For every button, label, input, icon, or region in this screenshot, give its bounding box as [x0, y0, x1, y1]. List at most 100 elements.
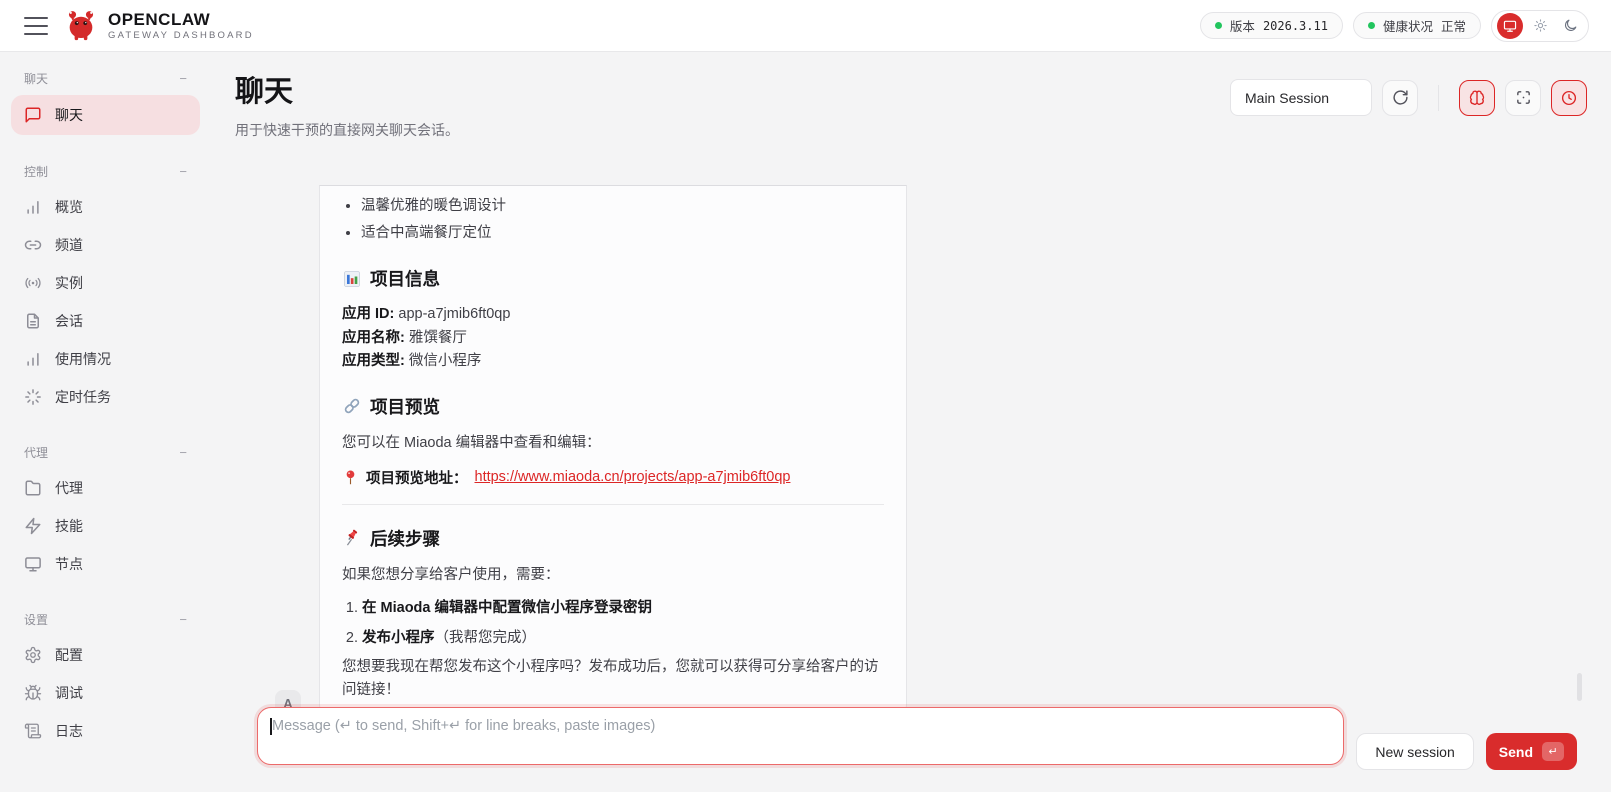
sidebar-item-channels[interactable]: 频道 — [11, 226, 200, 264]
sidebar-section-settings: 设置 − 配置 调试 日志 — [11, 607, 200, 750]
health-badge: 健康状况 正常 — [1352, 12, 1481, 39]
openclaw-logo — [64, 8, 98, 44]
theme-light-button[interactable] — [1527, 13, 1553, 39]
message-input[interactable] — [257, 707, 1345, 765]
version-label: 版本 — [1229, 20, 1255, 34]
main-content: 聊天 用于快速干预的直接网关聊天会话。 Main Session A • 温馨优… — [211, 52, 1611, 792]
sidebar-item-instances[interactable]: 实例 — [11, 264, 200, 302]
focus-button[interactable] — [1505, 79, 1541, 116]
sidebar-item-config[interactable]: 配置 — [11, 636, 200, 674]
scrollbar-thumb[interactable] — [1577, 673, 1582, 701]
menu-icon[interactable] — [24, 16, 48, 35]
topbar: OPENCLAW GATEWAY DASHBOARD 版本 2026.3.11 … — [0, 0, 1611, 52]
sun-icon — [1533, 18, 1548, 33]
refresh-button[interactable] — [1382, 79, 1418, 116]
preview-address-line: 项目预览地址： https://www.miaoda.cn/projects/a… — [342, 467, 884, 488]
display-icon — [1503, 19, 1517, 33]
enter-key-icon: ↵ — [1542, 742, 1564, 761]
refresh-icon — [1392, 89, 1409, 106]
section-title: 设置 — [24, 613, 49, 627]
sidebar-item-label: 会话 — [55, 313, 83, 329]
collapse-icon[interactable]: − — [179, 164, 187, 179]
divider — [342, 503, 884, 505]
app-subtitle: GATEWAY DASHBOARD — [108, 29, 254, 41]
text-caret — [270, 718, 272, 735]
divider — [1438, 84, 1439, 111]
sidebar-item-label: 定时任务 — [55, 389, 111, 405]
sidebar-section-agents: 代理 − 代理 技能 节点 — [11, 440, 200, 583]
session-controls: Main Session — [1230, 79, 1587, 116]
brain-icon — [1468, 89, 1486, 107]
collapse-icon[interactable]: − — [179, 612, 187, 627]
sidebar-item-label: 概览 — [55, 199, 83, 215]
broadcast-icon — [24, 274, 42, 292]
collapse-icon[interactable]: − — [179, 71, 187, 86]
chat-thread[interactable]: A 温馨优雅的暖色调设计 适合中高端餐厅定位 项目信息 — [211, 185, 1611, 712]
bullet-item: 温馨优雅的暖色调设计 — [361, 195, 884, 218]
sidebar-item-label: 技能 — [55, 518, 83, 534]
theme-toggle — [1491, 9, 1589, 42]
session-name: Main Session — [1245, 89, 1330, 106]
sidebar-item-label: 使用情况 — [55, 351, 111, 367]
sidebar-item-skills[interactable]: 技能 — [11, 507, 200, 545]
sidebar-item-label: 实例 — [55, 275, 83, 291]
sidebar-item-label: 日志 — [55, 723, 83, 739]
page-subtitle: 用于快速干预的直接网关聊天会话。 — [235, 122, 459, 138]
sidebar-item-agents[interactable]: 代理 — [11, 469, 200, 507]
sidebar-item-label: 配置 — [55, 647, 83, 663]
version-value: 2026.3.11 — [1262, 18, 1328, 33]
theme-system-button[interactable] — [1497, 12, 1523, 39]
sidebar-item-debug[interactable]: 调试 — [11, 674, 200, 712]
section-heading-info: 项目信息 — [342, 266, 884, 291]
step-item: 在 Miaoda 编辑器中配置微信小程序登录密钥 — [362, 597, 884, 619]
sidebar-item-chat[interactable]: 聊天 — [11, 95, 200, 135]
preview-intro: 您可以在 Miaoda 编辑器中查看和编辑： — [342, 434, 601, 451]
sidebar-section-chat: 聊天 − 聊天 — [11, 66, 200, 135]
thinking-toggle-button[interactable] — [1459, 79, 1495, 116]
bullet-list: 温馨优雅的暖色调设计 适合中高端餐厅定位 — [342, 195, 884, 245]
brand: OPENCLAW GATEWAY DASHBOARD — [64, 8, 254, 44]
closing-question: 您想要我现在帮您发布这个小程序吗？发布成功后，您就可以获得可分享给客户的访问链接… — [342, 659, 879, 699]
session-select[interactable]: Main Session — [1230, 79, 1372, 116]
theme-dark-button[interactable] — [1557, 13, 1583, 39]
composer: New session Send ↵ — [257, 707, 1577, 770]
link-emoji-icon — [342, 396, 362, 416]
send-button[interactable]: Send ↵ — [1485, 733, 1577, 770]
file-text-icon — [24, 312, 42, 330]
sidebar: 聊天 − 聊天 控制 − 概览 频道 实例 会话 使用情况 定时任务 代理 − … — [0, 52, 211, 792]
moon-icon — [1563, 18, 1578, 33]
sidebar-item-label: 代理 — [55, 480, 83, 496]
sidebar-item-logs[interactable]: 日志 — [11, 712, 200, 750]
preview-url-link[interactable]: https://www.miaoda.cn/projects/app-a7jmi… — [475, 469, 791, 485]
version-badge: 版本 2026.3.11 — [1199, 12, 1343, 39]
clock-icon — [1560, 89, 1578, 107]
collapse-icon[interactable]: − — [179, 445, 187, 460]
link-icon — [24, 236, 42, 254]
sidebar-item-usage[interactable]: 使用情况 — [11, 340, 200, 378]
folder-icon — [24, 479, 42, 497]
loader-icon — [24, 388, 42, 406]
bar-chart-icon — [24, 198, 42, 216]
sidebar-item-nodes[interactable]: 节点 — [11, 545, 200, 583]
assistant-message: A 温馨优雅的暖色调设计 适合中高端餐厅定位 项目信息 — [211, 185, 1611, 712]
scan-icon — [1515, 89, 1532, 106]
step-item: 发布小程序（我帮您完成） — [362, 627, 884, 649]
sidebar-item-cron[interactable]: 定时任务 — [11, 378, 200, 416]
sidebar-section-control: 控制 − 概览 频道 实例 会话 使用情况 定时任务 — [11, 159, 200, 416]
sidebar-item-label: 调试 — [55, 685, 83, 701]
sidebar-item-overview[interactable]: 概览 — [11, 188, 200, 226]
next-intro: 如果您想分享给客户使用，需要： — [342, 566, 560, 583]
chat-bubble-icon — [24, 106, 42, 124]
info-row: 应用类型: 微信小程序 — [342, 353, 482, 370]
round-pin-emoji-icon — [342, 469, 359, 486]
sidebar-item-sessions[interactable]: 会话 — [11, 302, 200, 340]
new-session-button[interactable]: New session — [1356, 733, 1474, 770]
info-row: 应用名称: 雅馔餐厅 — [342, 329, 467, 346]
sidebar-item-label: 节点 — [55, 556, 83, 572]
history-button[interactable] — [1551, 79, 1587, 116]
info-row: 应用 ID: app-a7jmib6ft0qp — [342, 306, 511, 323]
message-bubble: 温馨优雅的暖色调设计 适合中高端餐厅定位 项目信息 应用 ID: app-a7j… — [319, 185, 907, 712]
monitor-icon — [24, 555, 42, 573]
pushpin-emoji-icon — [342, 528, 362, 548]
status-dot — [1214, 22, 1222, 29]
